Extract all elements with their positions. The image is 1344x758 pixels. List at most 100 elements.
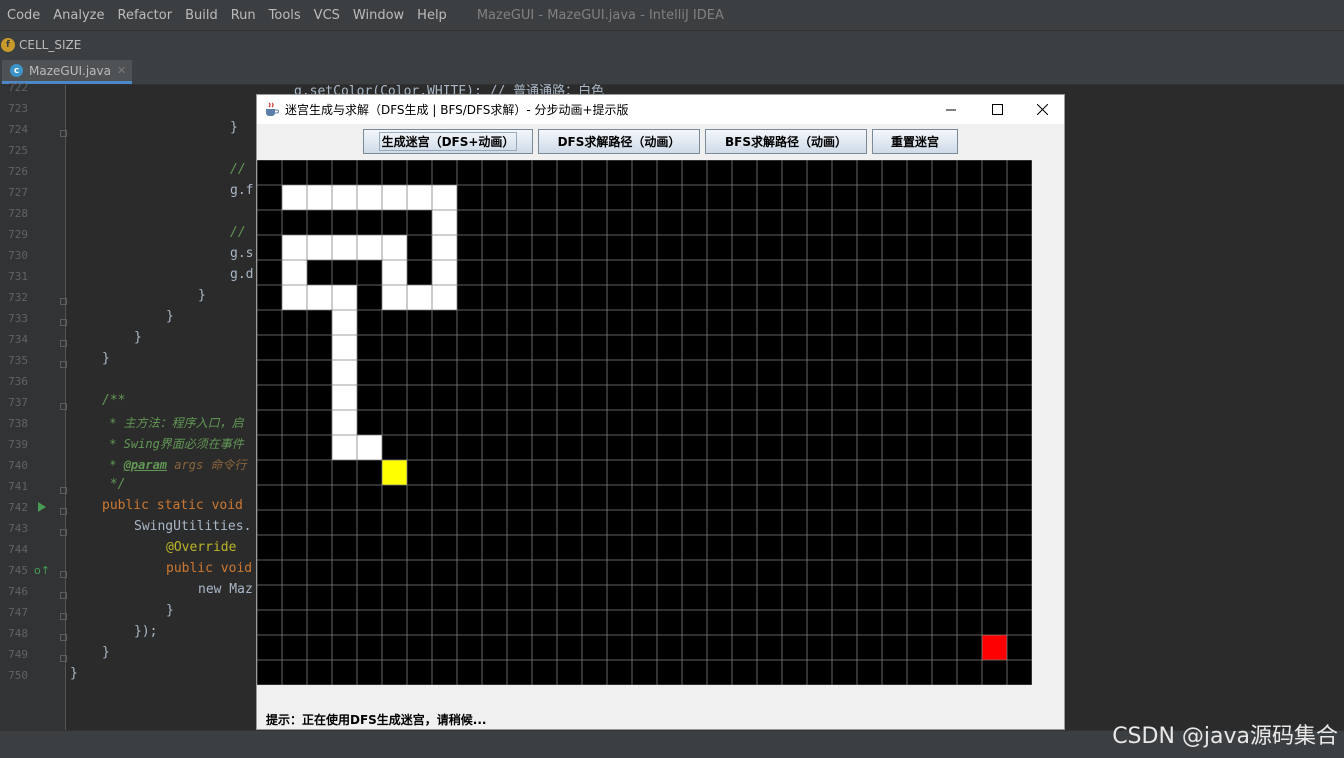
close-button[interactable] xyxy=(1019,95,1065,124)
generate-label: 生成迷宫（DFS+动画） xyxy=(378,132,518,151)
menu-code[interactable]: Code xyxy=(0,8,46,23)
maze-path-cell xyxy=(432,185,457,210)
fold-marker-icon[interactable] xyxy=(60,361,67,368)
menu-build[interactable]: Build xyxy=(178,8,224,23)
maze-path-cell xyxy=(382,185,407,210)
maze-path-cell xyxy=(407,185,432,210)
maze-path-cell xyxy=(332,310,357,335)
minimize-icon xyxy=(945,109,956,111)
code-line-742: public static void xyxy=(102,498,243,513)
line-number: 737 xyxy=(8,396,28,409)
line-number: 748 xyxy=(8,627,28,640)
menu-help[interactable]: Help xyxy=(410,8,453,23)
tab-label: MazeGUI.java xyxy=(29,63,111,78)
line-number: 726 xyxy=(8,165,28,178)
line-number: 747 xyxy=(8,606,28,619)
generate-maze-button[interactable]: 生成迷宫（DFS+动画） xyxy=(363,129,533,154)
maze-path-cell xyxy=(332,435,357,460)
code-line-747: } xyxy=(166,603,174,618)
maze-path-cell xyxy=(382,235,407,260)
fold-marker-icon[interactable] xyxy=(60,403,67,410)
fold-marker-icon[interactable] xyxy=(60,613,67,620)
code-line-749: } xyxy=(102,645,110,660)
line-number: 749 xyxy=(8,648,28,661)
menu-refactor[interactable]: Refactor xyxy=(111,8,179,23)
maze-path-cell xyxy=(282,185,307,210)
fold-marker-icon[interactable] xyxy=(60,298,67,305)
code-line-740: * @param args 命令行 xyxy=(102,458,247,472)
code-line-731: g.d xyxy=(230,267,254,282)
code-line-732: } xyxy=(198,288,206,303)
maze-path-cell xyxy=(357,435,382,460)
editor-tab-bar: c MazeGUI.java ✕ xyxy=(0,58,1344,85)
maze-path-cell xyxy=(432,285,457,310)
menu-window[interactable]: Window xyxy=(346,8,410,23)
code-line-737: /** xyxy=(102,393,126,408)
menu-analyze[interactable]: Analyze xyxy=(46,8,110,23)
dfs-solve-button[interactable]: DFS求解路径（动画） xyxy=(538,129,700,154)
maze-path-cell xyxy=(307,235,332,260)
maze-path-cell xyxy=(282,235,307,260)
line-number: 740 xyxy=(8,459,28,472)
close-tab-icon[interactable]: ✕ xyxy=(117,64,126,77)
override-icon[interactable]: o↑ xyxy=(34,564,50,577)
maze-path-cell xyxy=(432,260,457,285)
line-number: 725 xyxy=(8,144,28,157)
window-title: 迷宫生成与求解（DFS生成 | BFS/DFS求解）- 分步动画+提示版 xyxy=(285,103,629,117)
line-number: 732 xyxy=(8,291,28,304)
maze-current-cell xyxy=(382,460,407,485)
field-icon: f xyxy=(1,37,15,52)
fold-marker-icon[interactable] xyxy=(60,340,67,347)
code-line-735: } xyxy=(102,351,110,366)
maximize-button[interactable] xyxy=(974,95,1020,124)
watermark: CSDN @java源码集合 xyxy=(1112,724,1338,749)
breadcrumb-field[interactable]: CELL_SIZE xyxy=(19,38,81,52)
line-number: 745 xyxy=(8,564,28,577)
line-number: 744 xyxy=(8,543,28,556)
code-line-745: public void xyxy=(166,561,253,576)
param-text: args 命令行 xyxy=(167,458,247,472)
code-line-744: @Override xyxy=(166,540,237,555)
window-title-bar[interactable]: 迷宫生成与求解（DFS生成 | BFS/DFS求解）- 分步动画+提示版 xyxy=(257,95,1064,124)
line-number: 742 xyxy=(8,501,28,514)
fold-marker-icon[interactable] xyxy=(60,487,67,494)
line-number: 730 xyxy=(8,249,28,262)
maze-path-cell xyxy=(432,235,457,260)
code-line-729: // xyxy=(230,225,254,240)
fold-marker-icon[interactable] xyxy=(60,592,67,599)
ide-window-title: MazeGUI - MazeGUI.java - IntelliJ IDEA xyxy=(476,7,724,23)
bfs-solve-button[interactable]: BFS求解路径（动画） xyxy=(705,129,867,154)
line-number: 739 xyxy=(8,438,28,451)
line-number: 729 xyxy=(8,228,28,241)
code-line-748: }); xyxy=(134,624,158,639)
line-number: 724 xyxy=(8,123,28,136)
line-number: 743 xyxy=(8,522,28,535)
line-number: 734 xyxy=(8,333,28,346)
line-number: 736 xyxy=(8,375,28,388)
line-number: 733 xyxy=(8,312,28,325)
navigation-bar: f CELL_SIZE xyxy=(0,30,1344,58)
line-number: 741 xyxy=(8,480,28,493)
maze-path-cell xyxy=(307,185,332,210)
maze-path-cell xyxy=(332,235,357,260)
code-line-730: g.s xyxy=(230,246,254,261)
fold-marker-icon[interactable] xyxy=(60,571,67,578)
menu-tools[interactable]: Tools xyxy=(262,8,307,23)
code-line-738: * 主方法：程序入口，启 xyxy=(102,416,244,430)
fold-marker-icon[interactable] xyxy=(60,655,67,662)
fold-marker-icon[interactable] xyxy=(60,508,67,515)
fold-marker-icon[interactable] xyxy=(60,529,67,536)
menu-vcs[interactable]: VCS xyxy=(307,8,346,23)
maze-path-cell xyxy=(332,285,357,310)
fold-marker-icon[interactable] xyxy=(60,319,67,326)
maze-canvas[interactable] xyxy=(257,160,1032,685)
code-line-733: } xyxy=(166,309,174,324)
menu-run[interactable]: Run xyxy=(224,8,262,23)
fold-marker-icon[interactable] xyxy=(60,130,67,137)
run-icon[interactable] xyxy=(38,502,46,512)
maze-path-cell xyxy=(332,385,357,410)
fold-marker-icon[interactable] xyxy=(60,634,67,641)
minimize-button[interactable] xyxy=(928,95,974,124)
param-tag: @param xyxy=(123,458,168,472)
reset-maze-button[interactable]: 重置迷宫 xyxy=(872,129,958,154)
